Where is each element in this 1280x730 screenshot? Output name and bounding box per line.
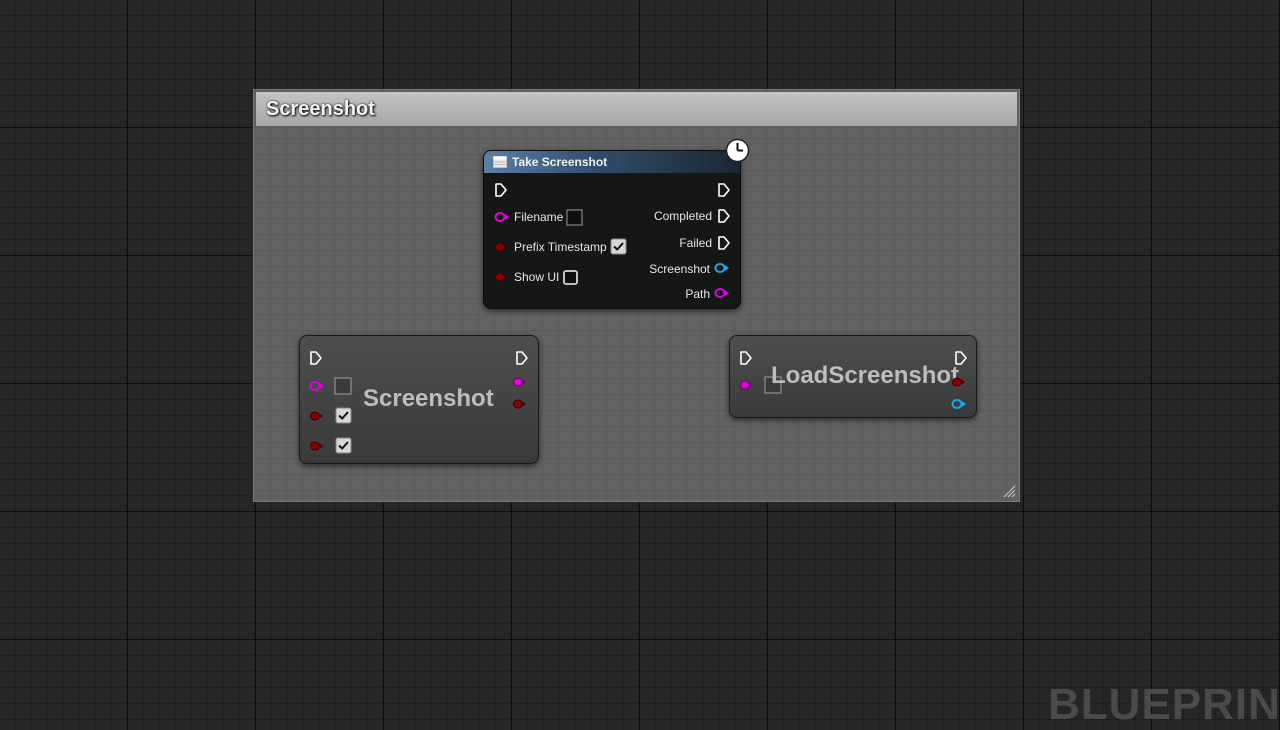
function-icon [493,156,507,168]
filename-field[interactable] [334,377,352,395]
node-title: Take Screenshot [512,155,608,169]
filename-label: Filename [514,210,564,224]
prefix-timestamp-label: Prefix Timestamp [514,240,607,254]
show-ui-pin[interactable] [494,271,510,283]
comment-header[interactable]: Screenshot [256,92,1017,126]
completed-label: Completed [653,209,712,223]
bool-output-pin[interactable] [951,376,967,388]
bool-output-pin[interactable] [512,398,528,410]
screenshot-output-pin[interactable] [714,262,730,274]
exec-out-pin[interactable] [717,182,731,198]
show-ui-pin[interactable] [309,440,325,452]
node-header[interactable]: Take Screenshot [484,151,740,173]
show-ui-checkbox[interactable] [335,437,352,454]
prefix-timestamp-pin[interactable] [309,410,325,422]
object-output-pin[interactable] [951,398,967,410]
failed-label: Failed [679,236,712,250]
string-output-pin[interactable] [512,376,528,388]
path-output-label: Path [685,287,710,301]
prefix-timestamp-checkbox[interactable] [335,407,352,424]
comment-title: Screenshot [266,98,375,120]
take-screenshot-node[interactable]: Take Screenshot Filename Prefix Timestam… [483,150,741,309]
collapsed-screenshot-node[interactable]: Screenshot [299,335,539,464]
filename-field[interactable] [566,209,583,226]
path-output-pin[interactable] [714,287,730,299]
collapsed-load-screenshot-node[interactable]: LoadScreenshot [729,335,977,418]
filename-pin[interactable] [739,379,755,391]
prefix-timestamp-checkbox[interactable] [610,238,627,255]
filename-pin[interactable] [494,211,510,223]
exec-out-pin[interactable] [515,350,529,366]
prefix-timestamp-pin[interactable] [494,241,510,253]
exec-in-pin[interactable] [309,350,323,366]
collapsed-node-title: Screenshot [363,385,494,412]
blueprint-watermark: BLUEPRIN [1048,680,1280,729]
exec-in-pin[interactable] [739,350,753,366]
collapsed-node-title: LoadScreenshot [771,362,960,389]
screenshot-output-label: Screenshot [649,262,710,276]
show-ui-label: Show UI [514,270,560,284]
completed-exec-pin[interactable] [717,208,731,224]
failed-exec-pin[interactable] [717,235,731,251]
show-ui-checkbox[interactable] [562,269,579,286]
latent-clock-icon [725,138,750,163]
filename-pin[interactable] [309,380,325,392]
exec-in-pin[interactable] [494,182,508,198]
resize-handle-icon[interactable] [1002,484,1016,498]
